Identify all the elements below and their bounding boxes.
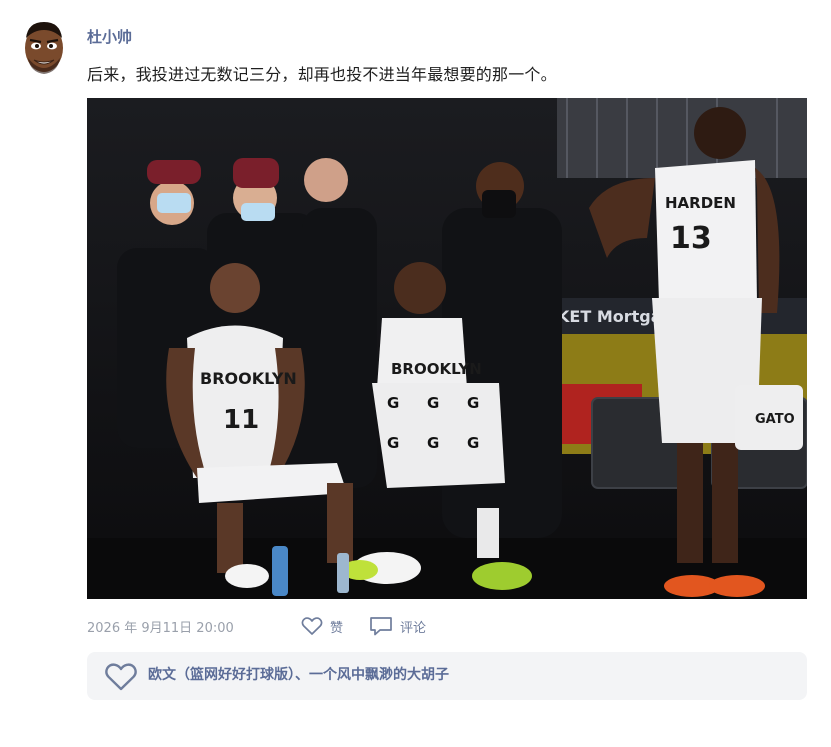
svg-text:G: G (387, 394, 399, 412)
jersey-brooklyn-2: BROOKLYN (391, 360, 482, 378)
comment-icon (370, 617, 392, 636)
comment-button[interactable]: 评论 (369, 614, 426, 638)
likes-panel: 欧文（篮网好好打球版）、一个风中飘渺的大胡子 (87, 652, 807, 700)
like-label: 赞 (330, 620, 344, 636)
avatar-cartoon-face (25, 22, 63, 74)
post-photo[interactable]: KET Mortga BROOKLYN 11 BROOKLYN G G G G … (87, 98, 807, 599)
like-button[interactable]: 赞 (301, 614, 343, 638)
comment-label: 评论 (400, 620, 427, 636)
heart-icon (105, 663, 137, 691)
author-name[interactable]: 杜小帅 (87, 26, 132, 47)
svg-text:G: G (387, 434, 399, 452)
svg-text:G: G (427, 434, 439, 452)
signage-text: KET Mortga (557, 307, 662, 326)
likers-list[interactable]: 欧文（篮网好好打球版）、一个风中飘渺的大胡子 (148, 664, 449, 684)
basketball-bench-photo: KET Mortga BROOKLYN 11 BROOKLYN G G G G … (87, 98, 807, 599)
jersey-number-13: 13 (670, 221, 712, 256)
svg-text:G: G (467, 394, 479, 412)
post-text: 后来，我投进过无数记三分，却再也投不进当年最想要的那一个。 (87, 65, 557, 84)
svg-text:G: G (427, 394, 439, 412)
heart-icon (301, 617, 323, 635)
jersey-brooklyn-1: BROOKLYN (200, 369, 297, 388)
post-timestamp: 2026 年 9月11日 20:00 (87, 621, 234, 636)
towel-text: GATO (755, 412, 795, 427)
jersey-number-11: 11 (223, 405, 259, 435)
avatar[interactable] (20, 18, 68, 76)
jersey-harden: HARDEN (665, 194, 736, 212)
svg-text:G: G (467, 434, 479, 452)
